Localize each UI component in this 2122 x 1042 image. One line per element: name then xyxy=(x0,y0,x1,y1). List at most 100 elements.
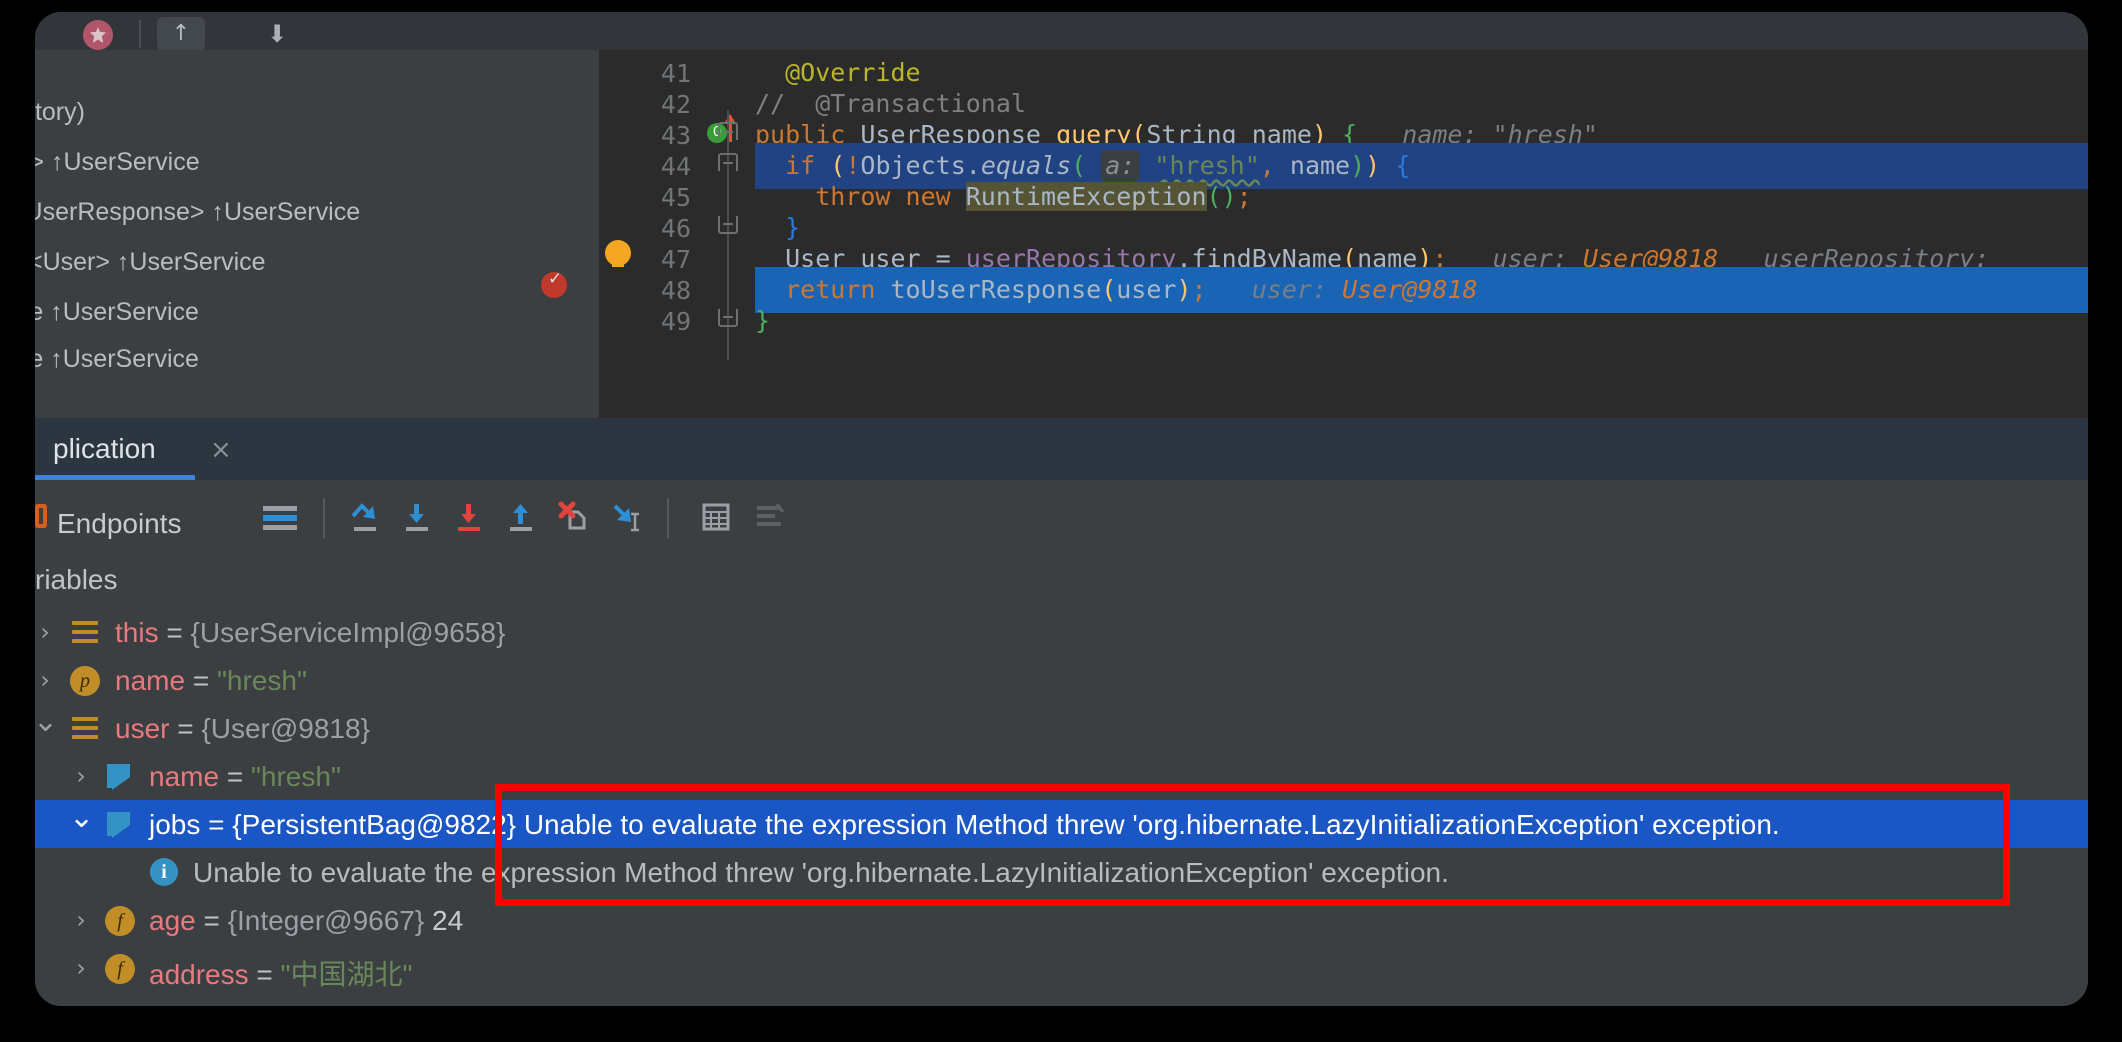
variable-type: {Integer@9667} xyxy=(228,905,425,936)
chevron-right-icon[interactable]: › xyxy=(69,908,93,932)
step-over-icon[interactable] xyxy=(345,500,391,534)
variable-text: name = "hresh" xyxy=(149,761,341,793)
object-icon xyxy=(72,621,98,643)
run-to-cursor-glyph xyxy=(605,500,651,534)
close-icon[interactable]: × xyxy=(210,435,232,465)
variable-name: address xyxy=(149,959,249,990)
variable-equals: = xyxy=(159,617,191,648)
variable-text: address = "中国湖北" xyxy=(149,953,412,993)
variable-name: jobs xyxy=(149,809,200,840)
variable-type: {PersistentBag@9822} xyxy=(232,809,516,840)
endpoints-label[interactable]: Endpoints xyxy=(57,508,182,540)
chevron-right-icon[interactable]: › xyxy=(69,956,93,980)
toolbar-divider xyxy=(139,20,141,48)
chevron-right-icon[interactable]: › xyxy=(69,764,93,788)
variable-type: {User@9818} xyxy=(201,713,370,744)
screen-root: ↑ ⬇ ository) se> ↑UserService t<UserResp… xyxy=(0,0,2122,1042)
variable-name: this xyxy=(115,617,159,648)
field-icon: f xyxy=(105,954,135,984)
intention-bulb-icon[interactable] xyxy=(605,240,631,266)
thread-dump-glyph: ↑ xyxy=(157,25,205,43)
step-over-glyph xyxy=(345,500,391,534)
thread-dump-icon[interactable]: ↑ xyxy=(157,17,205,51)
variable-text: age = {Integer@9667} 24 xyxy=(149,905,463,937)
frames-layout-glyph xyxy=(257,500,303,534)
editor-tabstrip: ↑ ⬇ xyxy=(35,12,2088,50)
variable-name: name xyxy=(115,665,185,696)
debug-tool-tab[interactable]: plication × xyxy=(35,418,2088,480)
step-out-glyph xyxy=(501,500,547,534)
evaluate-expression-glyph xyxy=(693,500,739,534)
line-number: 47 xyxy=(661,245,691,274)
code-line[interactable]: } xyxy=(755,298,2088,344)
variable-equals: = xyxy=(185,665,217,696)
fold-marker-icon[interactable] xyxy=(718,309,738,327)
variable-text: user = {User@9818} xyxy=(115,713,370,745)
fold-marker-icon[interactable] xyxy=(718,122,738,140)
variable-row[interactable]: › name = "hresh" xyxy=(35,752,2088,800)
variables-tree[interactable]: › this = {UserServiceImpl@9658} › p name… xyxy=(35,608,2088,1006)
frames-layout-icon[interactable] xyxy=(257,500,303,534)
structure-row[interactable]: se> ↑UserService xyxy=(35,148,200,177)
variable-value: 24 xyxy=(432,905,463,936)
variable-value-spacer xyxy=(516,809,524,840)
variable-text: name = "hresh" xyxy=(115,665,307,697)
info-icon: i xyxy=(150,858,178,886)
line-number: 42 xyxy=(661,90,691,119)
variable-row[interactable]: › f age = {Integer@9667} 24 xyxy=(35,896,2088,944)
code-area[interactable]: 41 42 43 44 45 46 47 48 49 0 xyxy=(599,50,2088,418)
line-number: 46 xyxy=(661,214,691,243)
variable-row[interactable]: ⌄ user = {User@9818} xyxy=(35,704,2088,752)
structure-row[interactable]: t<UserResponse> ↑UserService xyxy=(35,198,360,227)
fold-marker-icon[interactable] xyxy=(718,153,738,171)
step-out-icon[interactable] xyxy=(501,500,547,534)
toolbar-divider xyxy=(667,498,669,538)
endpoints-icon[interactable] xyxy=(35,504,49,530)
variable-text: jobs = {PersistentBag@9822} Unable to ev… xyxy=(149,809,1780,841)
line-number: 44 xyxy=(661,152,691,181)
variable-row[interactable]: i Unable to evaluate the expression Meth… xyxy=(35,848,2088,896)
line-number: 43 xyxy=(661,121,691,150)
editor-gutter[interactable]: 41 42 43 44 45 46 47 48 49 xyxy=(599,50,699,418)
download-icon[interactable]: ⬇ xyxy=(267,22,287,46)
breakpoint-verified-icon[interactable] xyxy=(541,272,567,298)
line-number: 48 xyxy=(661,276,691,305)
ide-window: ↑ ⬇ ository) se> ↑UserService t<UserResp… xyxy=(35,12,2088,1006)
variable-row[interactable]: › p name = "hresh" xyxy=(35,656,2088,704)
variable-equals: = xyxy=(249,959,281,990)
variables-header: riables xyxy=(35,552,2088,609)
bug-icon[interactable] xyxy=(83,20,113,50)
variable-value: Unable to evaluate the expression Method… xyxy=(193,857,1449,888)
drop-frame-icon[interactable] xyxy=(553,500,599,534)
fold-marker-icon[interactable] xyxy=(718,216,738,234)
structure-panel[interactable]: ository) se> ↑UserService t<UserResponse… xyxy=(35,50,600,418)
structure-row[interactable]: nse ↑UserService xyxy=(35,345,199,374)
line-number: 41 xyxy=(661,59,691,88)
variable-name: age xyxy=(149,905,196,936)
step-into-glyph xyxy=(397,500,443,534)
variable-text: Unable to evaluate the expression Method… xyxy=(193,857,1449,889)
evaluate-expression-icon[interactable] xyxy=(693,500,739,534)
variable-value: "hresh" xyxy=(217,665,307,696)
variable-row[interactable]: › f address = "中国湖北" xyxy=(35,944,2088,992)
variable-row[interactable]: ⌄ jobs = {PersistentBag@9822} Unable to … xyxy=(35,800,2088,848)
force-step-into-glyph xyxy=(449,500,495,534)
debug-tab-label: plication xyxy=(53,433,156,465)
chevron-down-icon[interactable]: ⌄ xyxy=(69,806,93,830)
settings-filter-icon[interactable] xyxy=(747,500,793,534)
field-icon: f xyxy=(105,906,135,936)
variable-row[interactable]: › this = {UserServiceImpl@9658} xyxy=(35,608,2088,656)
code-line-text: } xyxy=(755,307,770,335)
force-step-into-icon[interactable] xyxy=(449,500,495,534)
variable-equals: = xyxy=(200,809,232,840)
chevron-right-icon[interactable]: › xyxy=(35,668,57,692)
structure-row[interactable]: ository) xyxy=(35,98,85,127)
variables-header-label: riables xyxy=(35,564,117,596)
parameter-icon: p xyxy=(70,666,100,696)
step-into-icon[interactable] xyxy=(397,500,443,534)
run-to-cursor-icon[interactable] xyxy=(605,500,651,534)
chevron-right-icon[interactable]: › xyxy=(35,620,57,644)
structure-row[interactable]: nse ↑UserService xyxy=(35,298,199,327)
chevron-down-icon[interactable]: ⌄ xyxy=(35,710,57,734)
structure-row[interactable]: ist<User> ↑UserService xyxy=(35,248,266,277)
